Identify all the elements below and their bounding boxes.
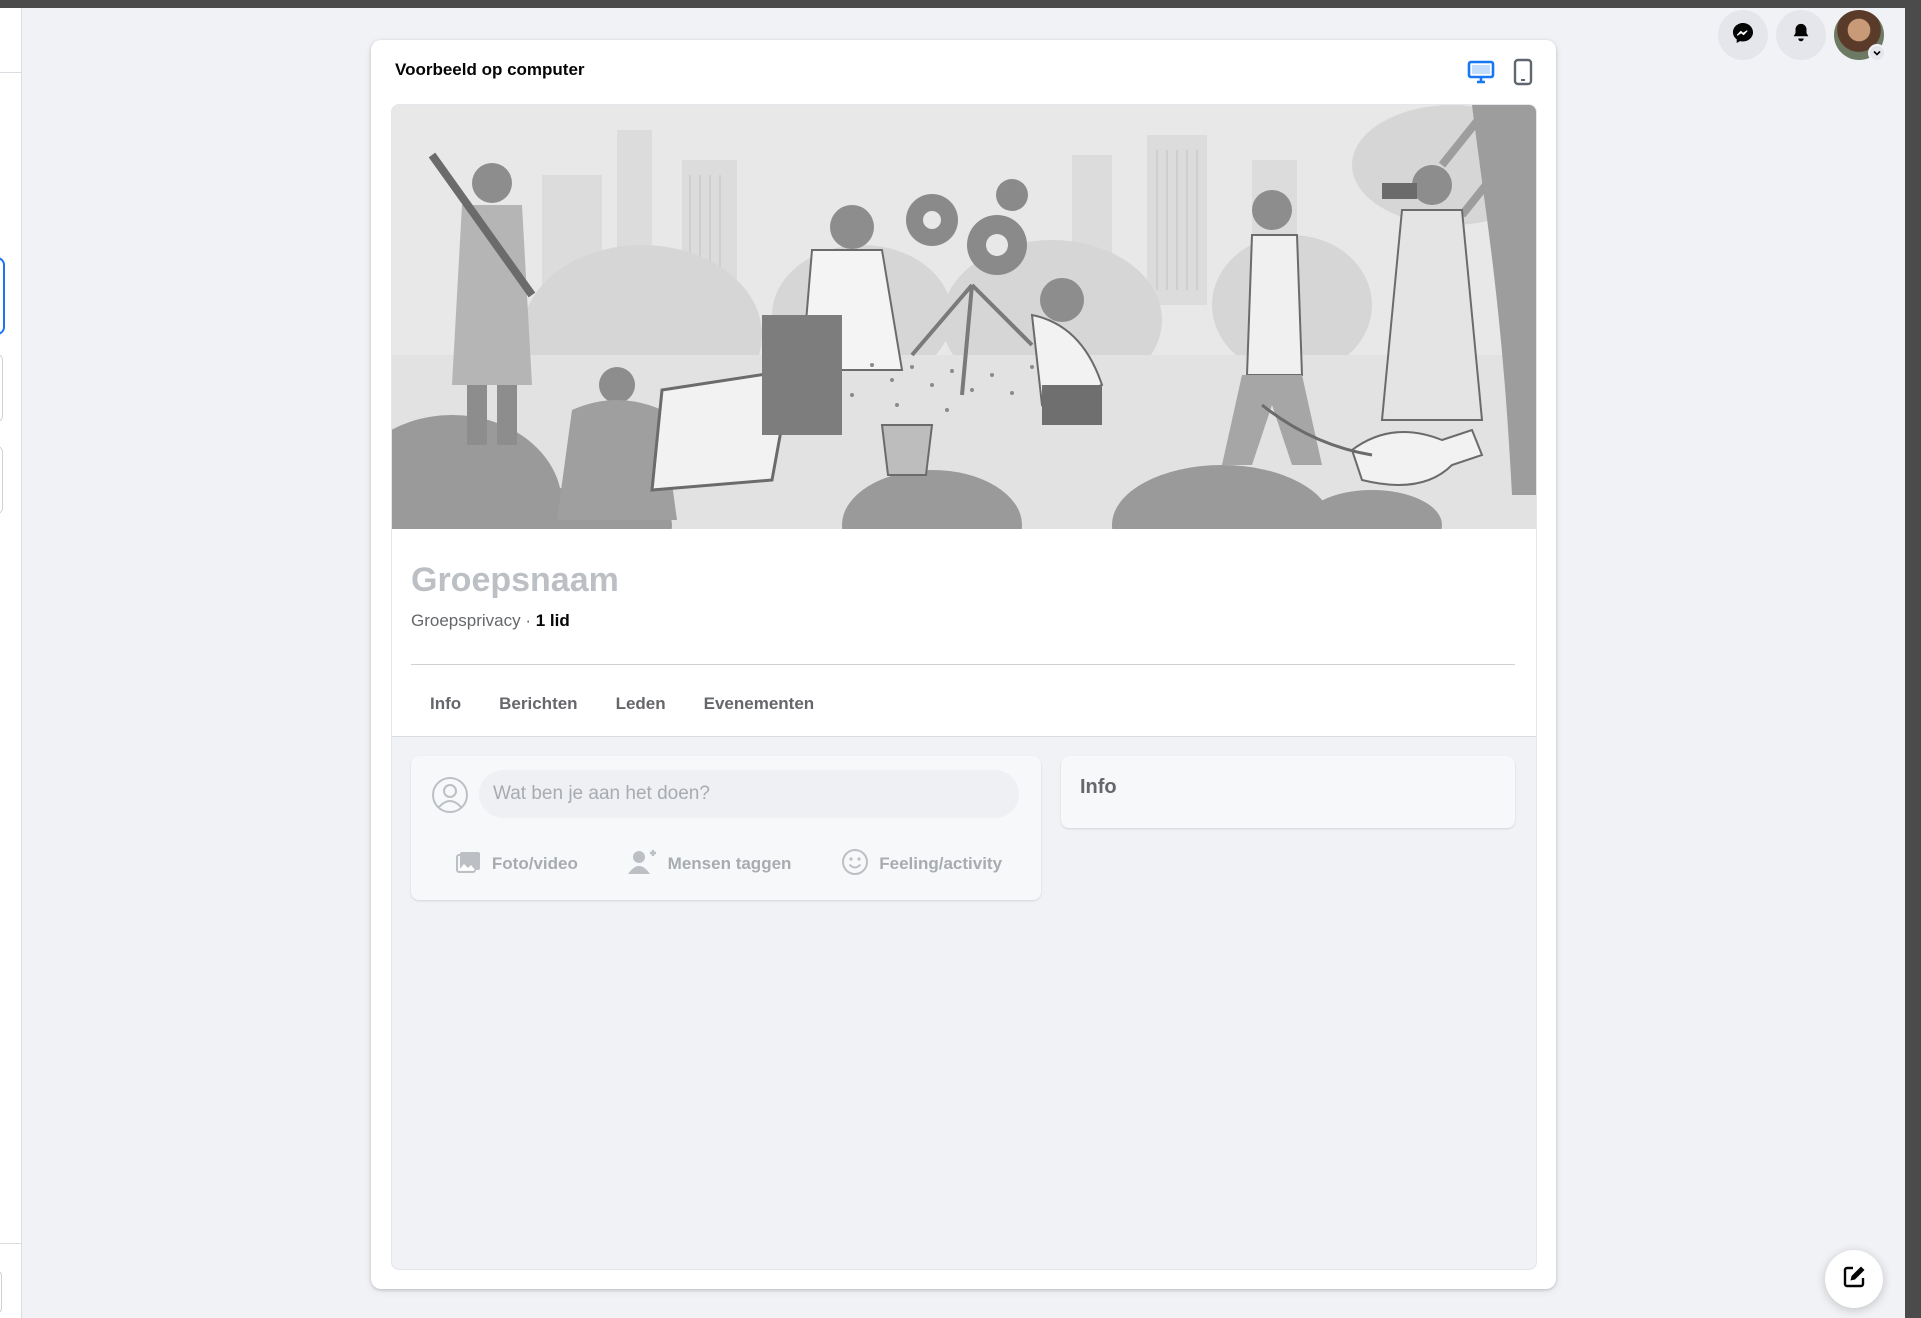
smiley-icon bbox=[841, 848, 869, 881]
messenger-icon bbox=[1731, 21, 1755, 50]
tab-info[interactable]: Info bbox=[411, 672, 480, 736]
group-privacy: Groepsprivacy bbox=[411, 611, 521, 630]
info-card: Info bbox=[1061, 756, 1515, 828]
photo-video-button[interactable]: Foto/video bbox=[455, 850, 578, 879]
sidebar-option[interactable] bbox=[0, 353, 3, 423]
group-tabs: Info Berichten Leden Evenementen bbox=[411, 672, 833, 736]
photo-video-label: Foto/video bbox=[491, 854, 578, 873]
desktop-preview-button[interactable] bbox=[1465, 58, 1497, 90]
sidebar-divider bbox=[0, 72, 22, 73]
sidebar-option[interactable] bbox=[0, 445, 3, 515]
sidebar-bottom-button[interactable] bbox=[0, 1270, 2, 1314]
messenger-button[interactable] bbox=[1718, 10, 1768, 60]
cover-illustration bbox=[392, 105, 1536, 595]
feeling-activity-button[interactable]: Feeling/activity bbox=[841, 848, 1002, 881]
tab-leden[interactable]: Leden bbox=[597, 672, 685, 736]
member-count: 1 lid bbox=[535, 611, 570, 630]
user-placeholder-icon bbox=[431, 776, 469, 814]
desktop-preview-card: Voorbeeld op computer Groepsnaam Groepsp… bbox=[371, 40, 1556, 1289]
group-header: Groepsnaam Groepsprivacy · 1 lid Info Be… bbox=[392, 105, 1536, 737]
meta-separator: · bbox=[520, 611, 536, 630]
new-message-button[interactable] bbox=[1825, 1250, 1883, 1308]
sidebar-selected-option[interactable] bbox=[0, 257, 5, 335]
mobile-preview-button[interactable] bbox=[1507, 58, 1539, 90]
phone-icon bbox=[1513, 58, 1533, 91]
tag-people-label: Mensen taggen bbox=[667, 854, 792, 873]
window-edge bbox=[1905, 8, 1921, 1318]
bell-icon bbox=[1790, 22, 1812, 49]
notifications-button[interactable] bbox=[1776, 10, 1826, 60]
group-page-preview: Groepsnaam Groepsprivacy · 1 lid Info Be… bbox=[391, 104, 1537, 1270]
tab-evenementen[interactable]: Evenementen bbox=[685, 672, 834, 736]
post-composer: Wat ben je aan het doen? Foto/video Mens… bbox=[411, 756, 1041, 900]
desktop-icon bbox=[1467, 59, 1495, 90]
group-name: Groepsnaam bbox=[411, 561, 619, 599]
tab-berichten[interactable]: Berichten bbox=[480, 672, 596, 736]
header-divider bbox=[411, 664, 1515, 665]
browser-top-bar bbox=[0, 0, 1921, 8]
compose-icon bbox=[1841, 1264, 1867, 1295]
chevron-down-icon[interactable] bbox=[1868, 44, 1886, 62]
info-card-title: Info bbox=[1080, 776, 1117, 798]
tag-people-button[interactable]: Mensen taggen bbox=[627, 849, 792, 880]
post-input[interactable]: Wat ben je aan het doen? bbox=[479, 770, 1019, 818]
feeling-activity-label: Feeling/activity bbox=[879, 854, 1003, 873]
sidebar-divider bbox=[0, 1243, 22, 1244]
composer-actions: Foto/video Mensen taggen Feeling/activit… bbox=[431, 844, 1027, 884]
preview-title: Voorbeeld op computer bbox=[395, 60, 585, 79]
tag-people-icon bbox=[627, 849, 658, 880]
photo-icon bbox=[455, 850, 482, 879]
left-sidebar bbox=[0, 8, 22, 1318]
group-meta: Groepsprivacy · 1 lid bbox=[411, 611, 570, 631]
